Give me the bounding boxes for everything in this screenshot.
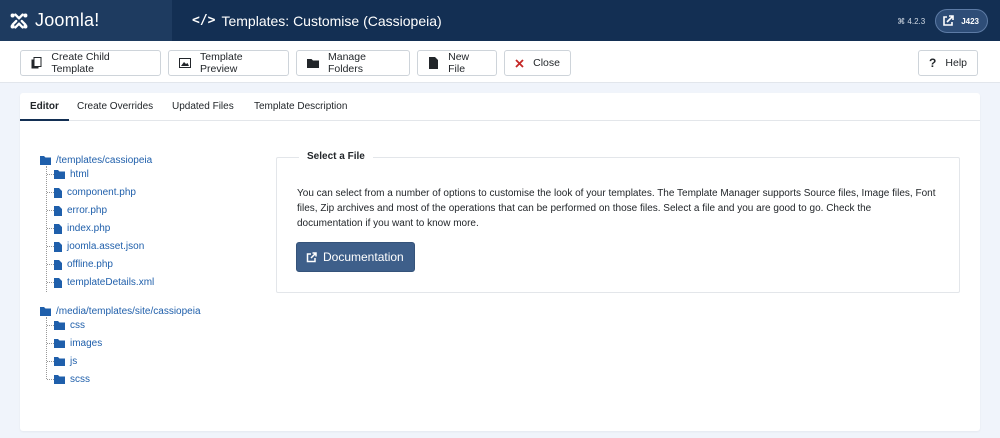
folder-icon xyxy=(54,357,65,366)
select-file-fieldset: Select a File You can select from a numb… xyxy=(276,151,960,293)
folder-icon xyxy=(54,170,65,179)
tab-updated-files[interactable]: Updated Files xyxy=(162,93,244,121)
tree-folder-js[interactable]: js xyxy=(54,356,77,367)
manage-folders-button[interactable]: Manage Folders xyxy=(296,50,410,76)
user-menu-button[interactable]: J423 xyxy=(935,9,988,33)
main-panel: Editor Create Overrides Updated Files Te… xyxy=(20,93,980,431)
folder-icon xyxy=(307,58,319,68)
folder-icon xyxy=(54,375,65,384)
create-child-template-button[interactable]: Create Child Template xyxy=(20,50,161,76)
template-preview-button[interactable]: Template Preview xyxy=(168,50,289,76)
tree-file-error-php[interactable]: error.php xyxy=(54,205,107,216)
tree-file-templatedetails-xml[interactable]: templateDetails.xml xyxy=(54,277,154,288)
copy-icon xyxy=(31,57,42,69)
tab-template-description[interactable]: Template Description xyxy=(244,93,357,121)
close-icon xyxy=(515,58,524,68)
file-icon xyxy=(54,277,62,288)
help-button[interactable]: ? Help xyxy=(918,50,978,76)
tab-create-overrides[interactable]: Create Overrides xyxy=(67,93,163,121)
close-button[interactable]: Close xyxy=(504,50,571,76)
file-icon xyxy=(54,223,62,234)
file-icon xyxy=(54,259,62,270)
tree-file-component-php[interactable]: component.php xyxy=(54,187,136,198)
tree-folder-media-templates[interactable]: /media/templates/site/cassiopeia xyxy=(40,306,201,317)
tab-editor[interactable]: Editor xyxy=(20,93,69,121)
code-icon: </> xyxy=(192,13,216,28)
tree-file-index-php[interactable]: index.php xyxy=(54,223,110,234)
external-link-icon xyxy=(306,251,317,263)
tree-folder-html[interactable]: html xyxy=(54,169,89,180)
logo[interactable]: Joomla! xyxy=(0,0,172,41)
folder-icon xyxy=(40,307,51,316)
file-icon xyxy=(428,57,439,69)
logo-text: Joomla! xyxy=(35,10,100,30)
tree-file-joomla-asset-json[interactable]: joomla.asset.json xyxy=(54,241,144,252)
folder-icon xyxy=(54,321,65,330)
select-file-legend: Select a File xyxy=(299,151,373,162)
folder-icon xyxy=(54,339,65,348)
tree-folder-images[interactable]: images xyxy=(54,338,102,349)
tree-folder-templates-cassiopeia[interactable]: /templates/cassiopeia xyxy=(40,155,152,166)
documentation-button[interactable]: Documentation xyxy=(296,242,415,272)
joomla-logo-icon xyxy=(10,12,28,29)
file-icon xyxy=(54,187,62,198)
tree-file-offline-php[interactable]: offline.php xyxy=(54,259,113,270)
file-icon xyxy=(54,205,62,216)
file-icon xyxy=(54,241,62,252)
folder-icon xyxy=(40,156,51,165)
external-link-icon xyxy=(941,14,955,28)
select-file-description: You can select from a number of options … xyxy=(297,188,936,229)
page-title: Templates: Customise (Cassiopeia) xyxy=(221,12,442,29)
tab-bar: Editor Create Overrides Updated Files Te… xyxy=(20,93,980,121)
header-bar: Joomla! </> Templates: Customise (Cassio… xyxy=(0,0,1000,41)
user-label: J423 xyxy=(961,16,979,26)
image-icon xyxy=(179,58,191,68)
new-file-button[interactable]: New File xyxy=(417,50,497,76)
toolbar: Create Child Template Template Preview M… xyxy=(0,41,1000,83)
version-label: ⌘ 4.2.3 xyxy=(897,16,926,26)
tree-folder-css[interactable]: css xyxy=(54,320,85,331)
question-icon: ? xyxy=(929,56,937,70)
tree-folder-scss[interactable]: scss xyxy=(54,374,90,385)
